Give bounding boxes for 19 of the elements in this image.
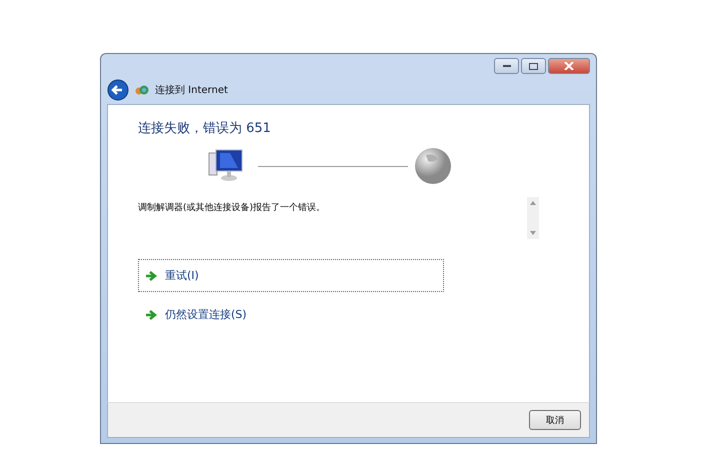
close-button[interactable] <box>548 58 590 74</box>
minimize-button[interactable] <box>494 58 519 74</box>
arrow-icon <box>145 310 157 320</box>
globe-icon <box>414 147 452 185</box>
network-icon <box>135 84 149 96</box>
window-title: 连接到 Internet <box>155 84 228 97</box>
command-link[interactable]: 重试(I) <box>138 259 444 292</box>
error-heading: 连接失败，错误为 651 <box>138 120 272 137</box>
scroll-down-icon[interactable] <box>530 231 536 235</box>
arrow-icon <box>145 270 157 280</box>
close-icon <box>564 62 574 70</box>
scroll-up-icon[interactable] <box>530 201 536 205</box>
maximize-button[interactable] <box>521 58 546 74</box>
scrollbar[interactable] <box>527 197 539 239</box>
cancel-button[interactable]: 取消 <box>529 410 581 430</box>
error-message: 调制解调器(或其他连接设备)报告了一个错误。 <box>138 202 326 215</box>
back-icon[interactable] <box>107 79 129 101</box>
computer-icon <box>208 149 244 183</box>
command-link[interactable]: 仍然设置连接(S) <box>138 298 444 331</box>
